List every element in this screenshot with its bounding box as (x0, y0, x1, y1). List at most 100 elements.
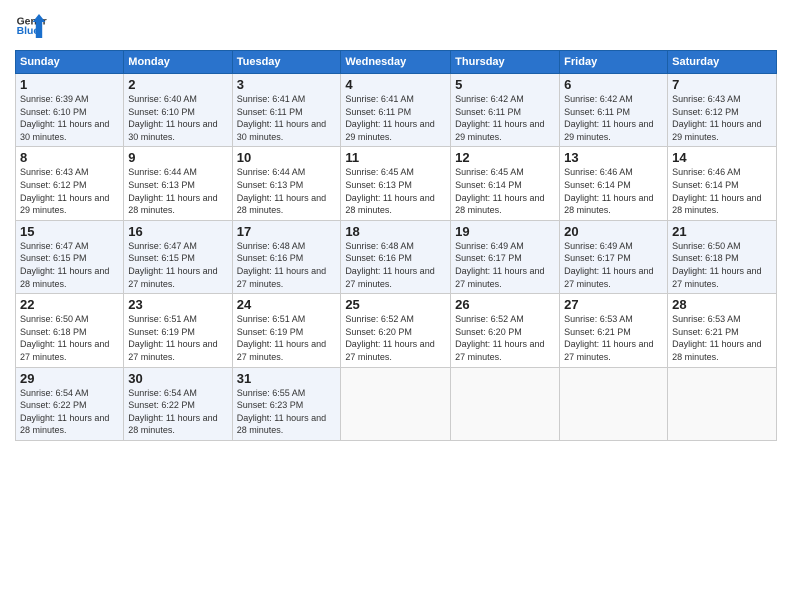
day-number: 6 (564, 77, 663, 92)
day-info: Sunrise: 6:53 AMSunset: 6:21 PMDaylight:… (672, 313, 772, 363)
calendar-cell: 13Sunrise: 6:46 AMSunset: 6:14 PMDayligh… (560, 147, 668, 220)
day-info: Sunrise: 6:48 AMSunset: 6:16 PMDaylight:… (345, 240, 446, 290)
calendar-cell: 8Sunrise: 6:43 AMSunset: 6:12 PMDaylight… (16, 147, 124, 220)
day-info: Sunrise: 6:54 AMSunset: 6:22 PMDaylight:… (20, 387, 119, 437)
day-info: Sunrise: 6:47 AMSunset: 6:15 PMDaylight:… (20, 240, 119, 290)
calendar-cell: 30Sunrise: 6:54 AMSunset: 6:22 PMDayligh… (124, 367, 232, 440)
day-info: Sunrise: 6:44 AMSunset: 6:13 PMDaylight:… (128, 166, 227, 216)
day-info: Sunrise: 6:39 AMSunset: 6:10 PMDaylight:… (20, 93, 119, 143)
day-header: Sunday (16, 51, 124, 74)
day-number: 29 (20, 371, 119, 386)
day-header: Friday (560, 51, 668, 74)
day-number: 17 (237, 224, 337, 239)
day-number: 8 (20, 150, 119, 165)
day-info: Sunrise: 6:54 AMSunset: 6:22 PMDaylight:… (128, 387, 227, 437)
day-info: Sunrise: 6:50 AMSunset: 6:18 PMDaylight:… (672, 240, 772, 290)
day-info: Sunrise: 6:44 AMSunset: 6:13 PMDaylight:… (237, 166, 337, 216)
day-number: 5 (455, 77, 555, 92)
day-info: Sunrise: 6:48 AMSunset: 6:16 PMDaylight:… (237, 240, 337, 290)
calendar-header: SundayMondayTuesdayWednesdayThursdayFrid… (16, 51, 777, 74)
calendar-cell: 26Sunrise: 6:52 AMSunset: 6:20 PMDayligh… (451, 294, 560, 367)
calendar-cell: 11Sunrise: 6:45 AMSunset: 6:13 PMDayligh… (341, 147, 451, 220)
calendar-week: 1Sunrise: 6:39 AMSunset: 6:10 PMDaylight… (16, 74, 777, 147)
calendar-week: 22Sunrise: 6:50 AMSunset: 6:18 PMDayligh… (16, 294, 777, 367)
calendar-table: SundayMondayTuesdayWednesdayThursdayFrid… (15, 50, 777, 441)
day-number: 7 (672, 77, 772, 92)
day-number: 22 (20, 297, 119, 312)
day-info: Sunrise: 6:43 AMSunset: 6:12 PMDaylight:… (672, 93, 772, 143)
calendar-cell (560, 367, 668, 440)
calendar-cell (341, 367, 451, 440)
day-header: Wednesday (341, 51, 451, 74)
day-info: Sunrise: 6:49 AMSunset: 6:17 PMDaylight:… (564, 240, 663, 290)
day-number: 3 (237, 77, 337, 92)
calendar-cell: 4Sunrise: 6:41 AMSunset: 6:11 PMDaylight… (341, 74, 451, 147)
day-number: 21 (672, 224, 772, 239)
calendar-cell: 6Sunrise: 6:42 AMSunset: 6:11 PMDaylight… (560, 74, 668, 147)
day-info: Sunrise: 6:52 AMSunset: 6:20 PMDaylight:… (455, 313, 555, 363)
calendar-cell (451, 367, 560, 440)
day-info: Sunrise: 6:53 AMSunset: 6:21 PMDaylight:… (564, 313, 663, 363)
day-number: 28 (672, 297, 772, 312)
day-number: 1 (20, 77, 119, 92)
calendar-week: 8Sunrise: 6:43 AMSunset: 6:12 PMDaylight… (16, 147, 777, 220)
day-number: 23 (128, 297, 227, 312)
page-container: General Blue SundayMondayTuesdayWednesda… (0, 0, 792, 451)
calendar-body: 1Sunrise: 6:39 AMSunset: 6:10 PMDaylight… (16, 74, 777, 441)
day-info: Sunrise: 6:45 AMSunset: 6:13 PMDaylight:… (345, 166, 446, 216)
calendar-cell: 31Sunrise: 6:55 AMSunset: 6:23 PMDayligh… (232, 367, 341, 440)
calendar-cell: 2Sunrise: 6:40 AMSunset: 6:10 PMDaylight… (124, 74, 232, 147)
day-header: Saturday (668, 51, 777, 74)
day-info: Sunrise: 6:41 AMSunset: 6:11 PMDaylight:… (237, 93, 337, 143)
calendar-cell: 10Sunrise: 6:44 AMSunset: 6:13 PMDayligh… (232, 147, 341, 220)
day-number: 16 (128, 224, 227, 239)
page-header: General Blue (15, 10, 777, 42)
day-number: 18 (345, 224, 446, 239)
day-info: Sunrise: 6:55 AMSunset: 6:23 PMDaylight:… (237, 387, 337, 437)
calendar-cell: 20Sunrise: 6:49 AMSunset: 6:17 PMDayligh… (560, 220, 668, 293)
day-number: 27 (564, 297, 663, 312)
day-number: 14 (672, 150, 772, 165)
day-info: Sunrise: 6:41 AMSunset: 6:11 PMDaylight:… (345, 93, 446, 143)
day-info: Sunrise: 6:40 AMSunset: 6:10 PMDaylight:… (128, 93, 227, 143)
day-number: 2 (128, 77, 227, 92)
calendar-cell: 29Sunrise: 6:54 AMSunset: 6:22 PMDayligh… (16, 367, 124, 440)
day-number: 10 (237, 150, 337, 165)
day-number: 26 (455, 297, 555, 312)
day-header: Monday (124, 51, 232, 74)
day-number: 19 (455, 224, 555, 239)
calendar-cell: 23Sunrise: 6:51 AMSunset: 6:19 PMDayligh… (124, 294, 232, 367)
day-number: 12 (455, 150, 555, 165)
calendar-cell: 15Sunrise: 6:47 AMSunset: 6:15 PMDayligh… (16, 220, 124, 293)
day-info: Sunrise: 6:52 AMSunset: 6:20 PMDaylight:… (345, 313, 446, 363)
calendar-cell: 18Sunrise: 6:48 AMSunset: 6:16 PMDayligh… (341, 220, 451, 293)
day-number: 11 (345, 150, 446, 165)
calendar-week: 15Sunrise: 6:47 AMSunset: 6:15 PMDayligh… (16, 220, 777, 293)
day-number: 20 (564, 224, 663, 239)
calendar-cell: 3Sunrise: 6:41 AMSunset: 6:11 PMDaylight… (232, 74, 341, 147)
calendar-week: 29Sunrise: 6:54 AMSunset: 6:22 PMDayligh… (16, 367, 777, 440)
calendar-cell: 14Sunrise: 6:46 AMSunset: 6:14 PMDayligh… (668, 147, 777, 220)
calendar-cell: 22Sunrise: 6:50 AMSunset: 6:18 PMDayligh… (16, 294, 124, 367)
calendar-cell: 21Sunrise: 6:50 AMSunset: 6:18 PMDayligh… (668, 220, 777, 293)
day-info: Sunrise: 6:42 AMSunset: 6:11 PMDaylight:… (564, 93, 663, 143)
logo: General Blue (15, 10, 47, 42)
calendar-cell: 16Sunrise: 6:47 AMSunset: 6:15 PMDayligh… (124, 220, 232, 293)
day-number: 24 (237, 297, 337, 312)
day-header: Tuesday (232, 51, 341, 74)
header-row: SundayMondayTuesdayWednesdayThursdayFrid… (16, 51, 777, 74)
day-number: 31 (237, 371, 337, 386)
day-info: Sunrise: 6:50 AMSunset: 6:18 PMDaylight:… (20, 313, 119, 363)
calendar-cell: 19Sunrise: 6:49 AMSunset: 6:17 PMDayligh… (451, 220, 560, 293)
calendar-cell: 1Sunrise: 6:39 AMSunset: 6:10 PMDaylight… (16, 74, 124, 147)
logo-icon: General Blue (15, 10, 47, 42)
calendar-cell: 25Sunrise: 6:52 AMSunset: 6:20 PMDayligh… (341, 294, 451, 367)
calendar-cell: 28Sunrise: 6:53 AMSunset: 6:21 PMDayligh… (668, 294, 777, 367)
day-info: Sunrise: 6:47 AMSunset: 6:15 PMDaylight:… (128, 240, 227, 290)
calendar-cell: 12Sunrise: 6:45 AMSunset: 6:14 PMDayligh… (451, 147, 560, 220)
day-info: Sunrise: 6:46 AMSunset: 6:14 PMDaylight:… (672, 166, 772, 216)
day-number: 30 (128, 371, 227, 386)
calendar-cell: 9Sunrise: 6:44 AMSunset: 6:13 PMDaylight… (124, 147, 232, 220)
calendar-cell: 24Sunrise: 6:51 AMSunset: 6:19 PMDayligh… (232, 294, 341, 367)
calendar-cell (668, 367, 777, 440)
